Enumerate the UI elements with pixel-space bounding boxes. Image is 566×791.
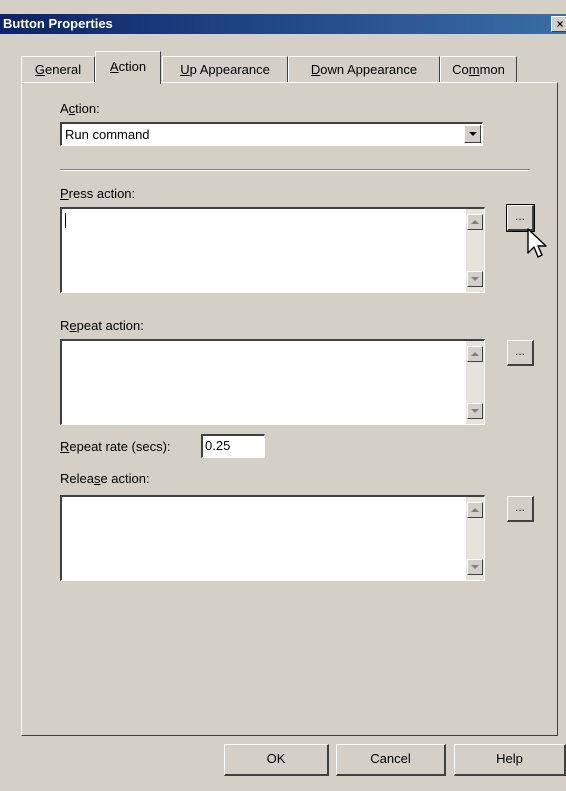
tab-label-mnemonic: m [468,62,480,77]
tab-label-mnemonic: G [34,62,45,77]
tab-general[interactable]: General [21,56,95,82]
tab-down-appearance[interactable]: Down Appearance [288,56,440,82]
tab-label: mon [479,62,505,77]
button-properties-dialog: Button Properties × General Action Up Ap… [0,0,566,791]
tab-action[interactable]: Action [95,51,161,84]
action-tab-panel [21,82,558,736]
window-title: Button Properties [3,16,113,31]
tab-label: own Appearance [320,62,418,77]
mouse-pointer-icon [527,228,547,258]
cancel-button[interactable]: Cancel [336,744,446,776]
tab-label-mnemonic: A [109,59,119,74]
tab-label: ction [118,59,147,74]
tab-common[interactable]: Common [440,56,517,82]
tab-label: Co [452,62,469,77]
tab-label: p Appearance [189,62,270,77]
tab-label-mnemonic: D [310,62,321,77]
help-button[interactable]: Help [454,744,566,776]
tab-up-appearance[interactable]: Up Appearance [162,56,288,82]
tab-label: eneral [44,62,82,77]
title-bar[interactable]: Button Properties × [0,14,566,34]
ok-button[interactable]: OK [224,744,329,776]
close-button[interactable]: × [551,16,566,32]
tab-label-mnemonic: U [180,62,190,77]
